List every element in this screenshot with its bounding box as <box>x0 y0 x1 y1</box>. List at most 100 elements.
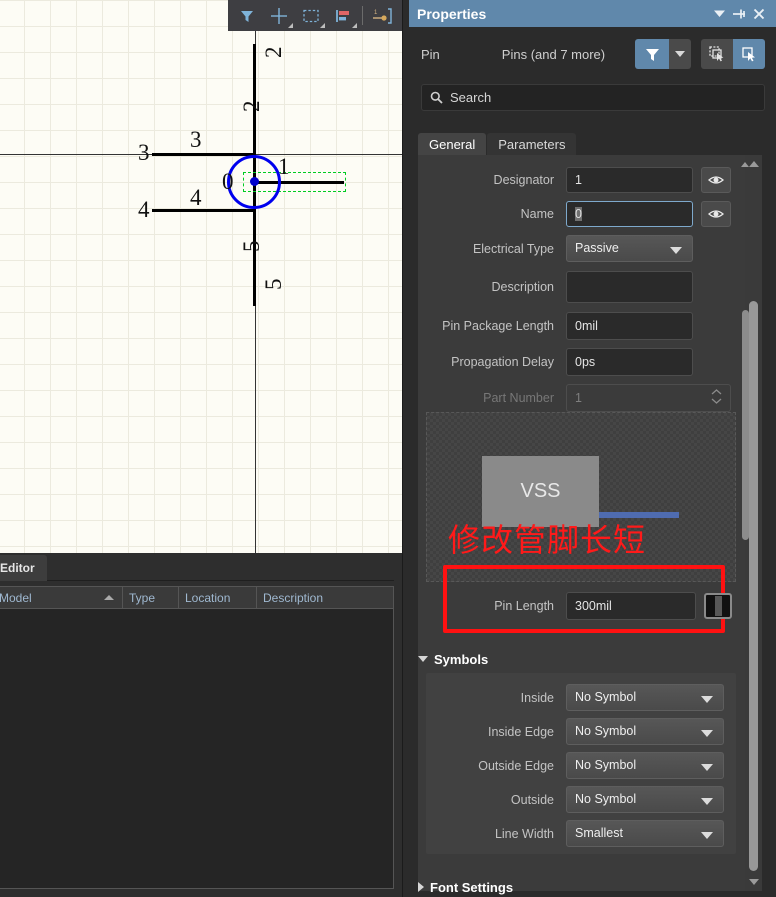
pin-length-color-swatch[interactable] <box>704 593 732 619</box>
tab-parameters[interactable]: Parameters <box>487 133 577 157</box>
select-all-button[interactable] <box>701 39 733 69</box>
pin-wire-left-4 <box>152 209 255 212</box>
panel-dropdown-button[interactable] <box>709 3 729 25</box>
canvas-label-pin-number-2-top: 2 <box>261 46 286 59</box>
field-row-symbol-outside: Outside No Symbol <box>426 786 736 813</box>
field-row-designator: Designator 1 <box>418 167 731 193</box>
filter-icon <box>241 10 253 22</box>
place-pin-tool-button[interactable]: 1 <box>367 2 397 29</box>
pin-length-label: Pin Length <box>494 599 554 613</box>
symbol-outside-select[interactable]: No Symbol <box>566 786 724 813</box>
designator-visibility-button[interactable] <box>701 167 731 193</box>
search-input[interactable] <box>450 90 756 105</box>
symbol-inside-select[interactable]: No Symbol <box>566 684 724 711</box>
pin-wire-left-3 <box>152 153 255 156</box>
font-settings-header-label: Font Settings <box>430 879 514 895</box>
canvas-toolbar: 1 <box>228 0 402 31</box>
align-icon <box>336 9 349 22</box>
chevron-down-icon <box>701 730 713 737</box>
expand-collapse-icon <box>418 656 428 662</box>
field-row-pin-package-length: Pin Package Length 0mil <box>418 312 731 340</box>
canvas-label-pin-name-0: 0 <box>222 169 234 194</box>
crosshair-tool-button[interactable] <box>264 2 294 29</box>
symbol-inside-label: Inside <box>520 690 554 705</box>
name-visibility-button[interactable] <box>701 201 731 227</box>
chevron-down-icon <box>701 832 713 839</box>
align-tool-button[interactable] <box>328 2 358 29</box>
tab-general[interactable]: General <box>418 133 487 157</box>
column-header-location[interactable]: Location <box>179 586 257 609</box>
column-header-model[interactable]: Model <box>0 586 123 609</box>
search-bar[interactable] <box>421 84 765 111</box>
designator-field[interactable]: 1 <box>566 167 693 193</box>
column-header-type[interactable]: Type <box>123 586 179 609</box>
select-similar-button[interactable] <box>733 39 765 69</box>
chevron-down-icon <box>701 798 713 805</box>
field-row-symbol-inside: Inside No Symbol <box>426 684 736 711</box>
select-button-group <box>701 39 765 69</box>
pin-hotspot-dot <box>250 177 259 186</box>
scroll-up-arrow-icon[interactable] <box>741 162 749 167</box>
pin-package-length-field[interactable]: 0mil <box>566 312 693 340</box>
description-field[interactable] <box>566 271 693 303</box>
canvas-label-pin-name-5: 5 <box>239 240 264 253</box>
chevron-down-icon <box>320 23 325 28</box>
filter-button[interactable] <box>635 39 669 69</box>
field-row-name: Name 0 <box>418 201 731 227</box>
part-number-field: 1 <box>566 384 731 412</box>
editor-tabbar: Editor <box>0 553 402 581</box>
color-swatch-inner <box>714 596 722 616</box>
chevron-down-icon <box>711 398 722 404</box>
toolbar-separator <box>362 6 363 25</box>
symbol-inside-edge-label: Inside Edge <box>487 724 554 739</box>
scroll-down-arrow-icon[interactable] <box>749 879 759 885</box>
chevron-down-icon <box>701 696 713 703</box>
editor-right-strip <box>394 553 402 897</box>
filter-dropdown-button[interactable] <box>669 39 691 69</box>
field-row-pin-length: Pin Length 300mil <box>418 592 745 620</box>
schematic-canvas[interactable]: 2 2 3 3 4 4 5 5 1 0 1 <box>0 0 402 553</box>
editor-table: Model Type Location Description <box>0 586 394 889</box>
symbol-outside-edge-value: No Symbol <box>575 758 637 772</box>
propagation-delay-label: Propagation Delay <box>451 355 554 369</box>
canvas-label-pin-number-4: 4 <box>138 197 150 222</box>
electrical-type-label: Electrical Type <box>472 241 554 256</box>
scroll-up-arrow-icon[interactable] <box>749 161 759 167</box>
name-field[interactable]: 0 <box>566 201 693 227</box>
scrollbar-thumb[interactable] <box>742 310 749 540</box>
eye-icon <box>708 210 724 218</box>
field-row-description: Description <box>418 270 731 304</box>
sort-ascending-icon <box>104 594 114 600</box>
field-row-electrical-type: Electrical Type Passive <box>418 235 731 262</box>
column-header-model-label: Model <box>0 590 32 605</box>
canvas-label-pin-name-3: 3 <box>190 127 202 152</box>
symbol-outside-label: Outside <box>510 792 554 807</box>
pin-length-field[interactable]: 300mil <box>566 592 696 620</box>
editor-table-body[interactable] <box>0 609 393 888</box>
general-section-scrollbar[interactable] <box>741 160 749 548</box>
filter-tool-button[interactable] <box>232 2 262 29</box>
svg-text:1: 1 <box>374 10 378 16</box>
panel-pin-button[interactable] <box>729 3 749 25</box>
object-count-label: Pins (and 7 more) <box>501 46 606 62</box>
symbols-section-header[interactable]: Symbols <box>418 649 745 669</box>
symbol-inside-edge-select[interactable]: No Symbol <box>566 718 724 745</box>
panel-close-button[interactable] <box>749 3 769 25</box>
part-number-label: Part Number <box>483 391 554 405</box>
tab-editor[interactable]: Editor <box>0 555 47 581</box>
symbol-outside-edge-select[interactable]: No Symbol <box>566 752 724 779</box>
symbol-line-width-select[interactable]: Smallest <box>566 820 724 847</box>
chevron-down-icon <box>675 51 685 57</box>
marquee-select-icon <box>303 9 319 22</box>
column-header-description[interactable]: Description <box>257 587 393 609</box>
chevron-down-icon <box>352 23 357 28</box>
marquee-select-tool-button[interactable] <box>296 2 326 29</box>
crosshair-icon <box>271 7 287 24</box>
electrical-type-select[interactable]: Passive <box>566 235 693 262</box>
scrollbar-thumb[interactable] <box>749 301 758 871</box>
field-row-propagation-delay: Propagation Delay 0ps <box>418 348 731 376</box>
symbol-outside-edge-label: Outside Edge <box>478 758 554 773</box>
font-settings-section-header[interactable]: Font Settings <box>418 877 745 897</box>
editor-panel: Editor Model Type Location Description <box>0 553 402 897</box>
propagation-delay-field[interactable]: 0ps <box>566 348 693 376</box>
